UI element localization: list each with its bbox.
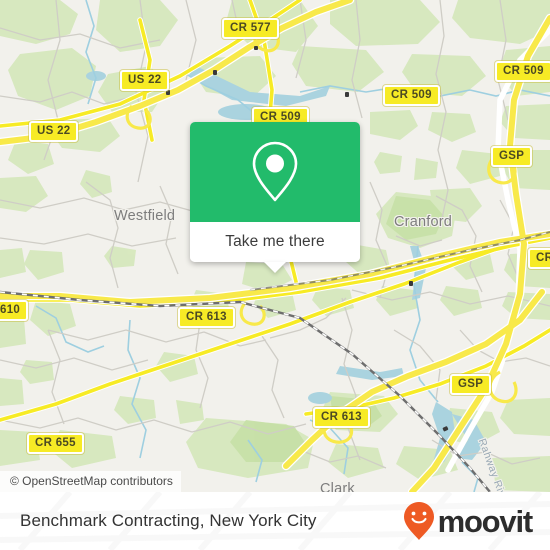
road-shield-cr-613-west: CR 613 bbox=[178, 307, 235, 328]
card-cta-area[interactable]: Take me there bbox=[190, 222, 360, 273]
osm-attribution[interactable]: © OpenStreetMap contributors bbox=[0, 471, 181, 492]
map-canvas[interactable]: Westfield Cranford Clark Rahway River CR… bbox=[0, 0, 550, 492]
map-pin-icon bbox=[252, 141, 298, 202]
road-shield-gsp-north: GSP bbox=[491, 146, 533, 167]
road-shield-cr-613-south: CR 613 bbox=[313, 407, 370, 428]
location-callout-card[interactable]: Take me there bbox=[190, 122, 360, 273]
card-icon-area bbox=[190, 122, 360, 222]
road-shield-gsp-south: GSP bbox=[450, 374, 492, 395]
card-pointer-tail bbox=[264, 262, 286, 273]
take-me-there-label: Take me there bbox=[225, 233, 325, 250]
moovit-pin-smile-icon bbox=[403, 502, 434, 540]
road-shield-610-clipped: 610 bbox=[0, 300, 29, 321]
road-shield-us-22-west: US 22 bbox=[29, 121, 79, 142]
map-label-cranford: Cranford bbox=[394, 214, 453, 230]
moovit-logo[interactable]: moovit bbox=[402, 501, 534, 541]
page-footer: Benchmark Contracting, New York City moo… bbox=[0, 492, 550, 550]
road-shield-cr-655: CR 655 bbox=[27, 433, 84, 454]
moovit-wordmark: moovit bbox=[437, 503, 534, 539]
road-shield-cr-509-far-east: CR 509 bbox=[495, 61, 550, 82]
road-shield-cr-577: CR 577 bbox=[222, 18, 279, 39]
road-shield-cr-6-clipped: CR 6 bbox=[528, 248, 550, 269]
map-label-clark: Clark bbox=[320, 481, 355, 492]
map-label-westfield: Westfield bbox=[114, 208, 176, 224]
road-shield-us-22-north: US 22 bbox=[120, 70, 170, 91]
road-shield-cr-509-east: CR 509 bbox=[383, 85, 440, 106]
map-page: Westfield Cranford Clark Rahway River CR… bbox=[0, 0, 550, 550]
page-title: Benchmark Contracting, New York City bbox=[20, 511, 317, 530]
